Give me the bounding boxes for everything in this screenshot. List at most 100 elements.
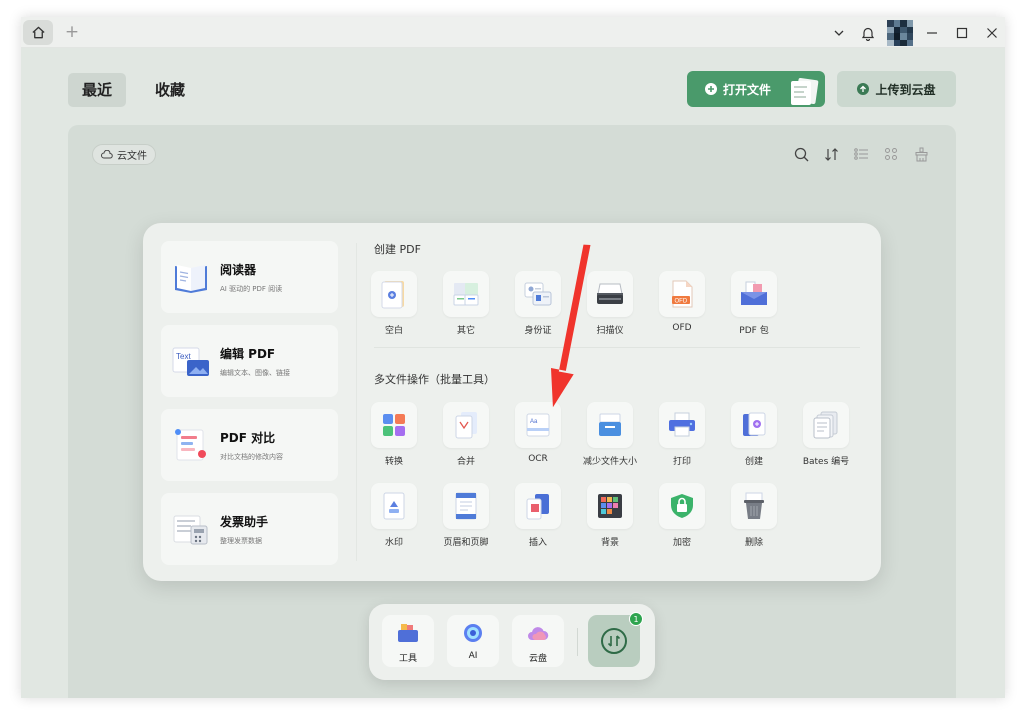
toolbox-icon xyxy=(398,624,418,642)
blank-document-icon xyxy=(381,281,404,309)
tool-ofd-label: OFD xyxy=(672,323,692,333)
reader-card[interactable]: 阅读器 AI 驱动的 PDF 阅读 xyxy=(161,241,338,313)
tool-ocr[interactable]: Aa OCR xyxy=(513,402,563,464)
tool-blank-label: 空白 xyxy=(384,326,403,336)
tool-create-label: 创建 xyxy=(744,457,763,467)
tool-background[interactable]: 背景 xyxy=(585,483,635,548)
search-button[interactable] xyxy=(792,145,810,163)
dock-ai-label: AI xyxy=(468,651,478,661)
background-grid-icon xyxy=(598,494,622,518)
dock-tools-label: 工具 xyxy=(398,654,417,664)
tool-blank[interactable]: 空白 xyxy=(369,271,419,336)
ocr-icon: Aa xyxy=(526,413,550,437)
convert-icon xyxy=(383,414,405,436)
tool-compress[interactable]: 减少文件大小 xyxy=(583,402,637,467)
merge-icon xyxy=(455,412,477,439)
tool-merge-label: 合并 xyxy=(456,457,475,467)
tool-create[interactable]: 创建 xyxy=(729,402,779,467)
ai-orb-icon xyxy=(464,624,482,642)
package-icon xyxy=(741,281,767,305)
tool-other-label: 其它 xyxy=(456,326,475,336)
tool-insert[interactable]: 插入 xyxy=(513,483,563,548)
tool-watermark[interactable]: 水印 xyxy=(369,483,419,548)
printer-icon xyxy=(669,412,695,437)
tool-pdf-package-label: PDF 包 xyxy=(739,326,769,336)
home-tab[interactable] xyxy=(23,20,53,45)
compare-pdf-card[interactable]: PDF 对比 对比文档的修改内容 xyxy=(161,409,338,481)
edit-pdf-card[interactable]: Text 编辑 PDF 编辑文本、图像、链接 xyxy=(161,325,338,397)
titlebar: + xyxy=(21,17,1005,48)
lock-icon xyxy=(671,494,693,518)
dock-cloud-label: 云盘 xyxy=(528,654,547,664)
tool-compress-label: 减少文件大小 xyxy=(582,457,637,467)
invoice-title: 发票助手 xyxy=(220,514,269,529)
close-button[interactable] xyxy=(981,22,1003,44)
tool-scanner-label: 扫描仪 xyxy=(596,326,624,336)
tool-encrypt[interactable]: 加密 xyxy=(657,483,707,548)
bell-icon xyxy=(861,27,875,41)
notification-button[interactable] xyxy=(857,22,879,44)
tool-print-label: 打印 xyxy=(672,457,691,467)
clean-button[interactable] xyxy=(912,145,930,163)
section-divider xyxy=(374,347,860,348)
dock-tools[interactable]: 工具 xyxy=(382,615,434,667)
minimize-button[interactable] xyxy=(921,22,943,44)
broom-icon xyxy=(915,147,927,161)
compare-icon xyxy=(171,426,211,464)
tab-favorites[interactable]: 收藏 xyxy=(141,73,199,107)
tool-delete[interactable]: 删除 xyxy=(729,483,779,548)
tool-other[interactable]: 其它 xyxy=(441,271,491,336)
open-file-label: 打开文件 xyxy=(723,82,772,97)
grid-view-icon xyxy=(885,148,897,160)
watermark-icon xyxy=(383,492,405,520)
cloud-icon xyxy=(101,150,113,159)
text-edit-icon: Text xyxy=(171,342,211,380)
reader-subtitle: AI 驱动的 PDF 阅读 xyxy=(220,284,283,293)
tab-recent[interactable]: 最近 xyxy=(68,73,127,107)
tool-convert-label: 转换 xyxy=(384,457,403,467)
trash-icon xyxy=(744,492,764,519)
tool-scanner[interactable]: 扫描仪 xyxy=(585,271,635,336)
tool-pdf-package[interactable]: PDF 包 xyxy=(729,271,779,336)
tool-watermark-label: 水印 xyxy=(384,538,403,548)
tool-print[interactable]: 打印 xyxy=(657,402,707,467)
tool-encrypt-label: 加密 xyxy=(672,538,691,548)
cloud-files-filter[interactable]: 云文件 xyxy=(92,144,156,165)
maximize-button[interactable] xyxy=(951,22,973,44)
compare-pdf-title: PDF 对比 xyxy=(220,430,276,445)
dock-cloud[interactable]: 云盘 xyxy=(512,615,564,667)
grid-view-button[interactable] xyxy=(882,145,900,163)
tool-convert[interactable]: 转换 xyxy=(369,402,419,467)
dropdown-button[interactable] xyxy=(828,22,850,44)
new-tab-button[interactable]: + xyxy=(62,22,82,42)
insert-page-icon xyxy=(526,494,549,520)
invoice-subtitle: 整理发票数据 xyxy=(220,536,262,545)
tool-ofd[interactable]: OFD OFD xyxy=(657,271,707,333)
upload-cloud-label: 上传到云盘 xyxy=(875,82,936,97)
tool-merge[interactable]: 合并 xyxy=(441,402,491,467)
sort-button[interactable] xyxy=(822,145,840,163)
list-view-icon xyxy=(853,148,868,160)
close-icon xyxy=(987,28,997,38)
cloud-drive-icon xyxy=(528,627,549,640)
tool-id-card[interactable]: 身份证 xyxy=(513,271,563,336)
upload-cloud-button[interactable]: 上传到云盘 xyxy=(837,71,956,107)
dock-sync[interactable]: 1 xyxy=(588,612,643,667)
avatar[interactable] xyxy=(887,20,913,46)
edit-pdf-title: 编辑 PDF xyxy=(220,346,276,361)
maximize-icon xyxy=(956,27,968,39)
tool-header-footer-label: 页眉和页脚 xyxy=(443,538,489,548)
minimize-icon xyxy=(927,32,937,34)
header-footer-icon xyxy=(455,492,477,520)
app-window: + 最近 收藏 打开文件 上传到云盘 云文件 阅读器 AI 驱动的 PDF 阅读… xyxy=(21,17,1005,698)
tool-header-footer[interactable]: 页眉和页脚 xyxy=(441,483,491,548)
tool-background-label: 背景 xyxy=(600,538,619,548)
open-file-button[interactable]: 打开文件 xyxy=(687,71,825,107)
tool-delete-label: 删除 xyxy=(744,538,763,548)
documents-icon xyxy=(791,77,819,105)
bates-number-icon xyxy=(813,411,838,439)
invoice-card[interactable]: 发票助手 整理发票数据 xyxy=(161,493,338,565)
list-view-button[interactable] xyxy=(852,145,870,163)
tool-bates[interactable]: Bates 编号 xyxy=(801,402,851,467)
dock-ai[interactable]: AI xyxy=(447,615,499,667)
